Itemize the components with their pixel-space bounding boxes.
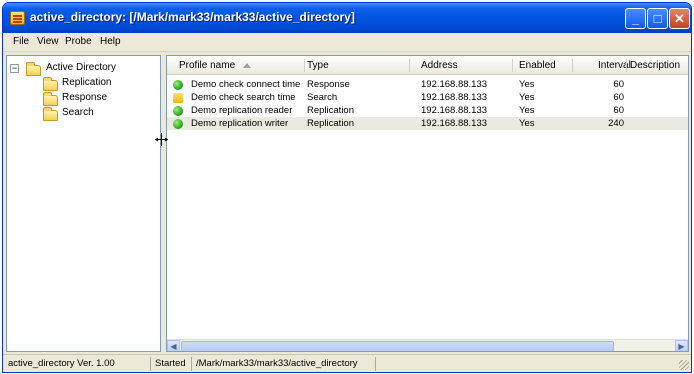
cell-address: 192.168.88.133 <box>421 105 488 116</box>
table-row[interactable]: Demo replication reader Replication 192.… <box>167 104 688 117</box>
resize-cursor-icon <box>155 133 168 146</box>
sort-ascending-icon <box>243 62 252 68</box>
cell-profile-name: Demo check connect time <box>191 79 301 90</box>
status-path: /Mark/mark33/mark33/active_directory <box>193 357 376 371</box>
tree-node-response[interactable]: Response <box>43 92 153 106</box>
column-divider[interactable] <box>304 59 305 72</box>
status-bar: active_directory Ver. 1.00 Started /Mark… <box>3 354 691 372</box>
list-header: Profile name Type Address Enabled Interv… <box>167 56 688 75</box>
resize-grip-icon[interactable] <box>679 360 689 370</box>
table-row[interactable]: Demo check search time Search 192.168.88… <box>167 91 688 104</box>
column-header-type[interactable]: Type <box>307 60 329 71</box>
profile-list: Profile name Type Address Enabled Interv… <box>166 55 689 352</box>
column-divider[interactable] <box>572 59 573 72</box>
column-divider[interactable] <box>626 59 627 72</box>
cell-profile-name: Demo replication writer <box>191 118 289 129</box>
menu-view[interactable]: View <box>37 36 59 47</box>
menu-help[interactable]: Help <box>100 36 121 47</box>
scroll-right-button[interactable]: ▶ <box>675 340 688 351</box>
cell-interval: 60 <box>613 92 624 103</box>
scroll-left-button[interactable]: ◀ <box>167 340 180 351</box>
cell-interval: 60 <box>613 79 624 90</box>
tree-node-label: Replication <box>62 77 112 88</box>
table-row-selected[interactable]: Demo replication writer Replication 192.… <box>167 117 688 130</box>
scroll-thumb[interactable] <box>181 341 614 351</box>
tree-expander-icon[interactable]: − <box>10 64 19 73</box>
column-divider[interactable] <box>409 59 410 72</box>
column-divider[interactable] <box>512 59 513 72</box>
column-header-profile-name[interactable]: Profile name <box>179 60 252 71</box>
tree-node-label: Active Directory <box>46 62 117 73</box>
status-warning-icon <box>173 93 183 103</box>
cell-address: 192.168.88.133 <box>421 92 488 103</box>
cell-type: Response <box>307 79 350 90</box>
folder-icon <box>26 62 41 76</box>
title-bar[interactable]: active_directory: [/Mark/mark33/mark33/a… <box>3 3 691 33</box>
folder-icon <box>43 92 58 106</box>
horizontal-scrollbar[interactable]: ◀ ▶ <box>167 339 688 351</box>
maximize-button[interactable]: □ <box>647 8 668 29</box>
cell-enabled: Yes <box>519 92 535 103</box>
tree-node-label: Response <box>62 92 108 103</box>
cell-type: Replication <box>307 118 354 129</box>
column-header-enabled[interactable]: Enabled <box>519 60 556 71</box>
status-ok-icon <box>173 106 183 116</box>
status-ok-icon <box>173 80 183 90</box>
cell-enabled: Yes <box>519 79 535 90</box>
folder-icon <box>43 107 58 121</box>
app-icon[interactable] <box>10 11 25 25</box>
column-header-address[interactable]: Address <box>421 60 458 71</box>
cell-profile-name: Demo check search time <box>191 92 296 103</box>
table-row[interactable]: Demo check connect time Response 192.168… <box>167 78 688 91</box>
status-state: Started <box>152 357 192 371</box>
cell-address: 192.168.88.133 <box>421 118 488 129</box>
tree-pane: − Active Directory Replication Response … <box>6 55 161 352</box>
tree-node-active-directory[interactable]: Active Directory <box>26 62 156 76</box>
application-window: active_directory: [/Mark/mark33/mark33/a… <box>2 2 692 373</box>
cell-type: Search <box>307 92 338 103</box>
folder-icon <box>43 77 58 91</box>
minimize-button[interactable]: _ <box>625 8 646 29</box>
cell-interval: 60 <box>613 105 624 116</box>
cell-type: Replication <box>307 105 354 116</box>
column-header-description[interactable]: Description <box>630 60 680 71</box>
cell-enabled: Yes <box>519 118 535 129</box>
tree-node-label: Search <box>62 107 94 118</box>
tree-node-search[interactable]: Search <box>43 107 153 121</box>
cell-enabled: Yes <box>519 105 535 116</box>
close-button[interactable]: ✕ <box>669 8 690 29</box>
menu-file[interactable]: File <box>13 36 29 47</box>
cell-interval: 240 <box>608 118 624 129</box>
tree-node-replication[interactable]: Replication <box>43 77 153 91</box>
column-header-label: Profile name <box>179 60 236 71</box>
window-title: active_directory: [/Mark/mark33/mark33/a… <box>30 10 355 24</box>
status-ok-icon <box>173 119 183 129</box>
status-version: active_directory Ver. 1.00 <box>5 357 151 371</box>
menu-probe[interactable]: Probe <box>65 36 92 47</box>
cell-profile-name: Demo replication reader <box>191 105 293 116</box>
cell-address: 192.168.88.133 <box>421 79 488 90</box>
menu-bar: File View Probe Help <box>3 33 691 52</box>
